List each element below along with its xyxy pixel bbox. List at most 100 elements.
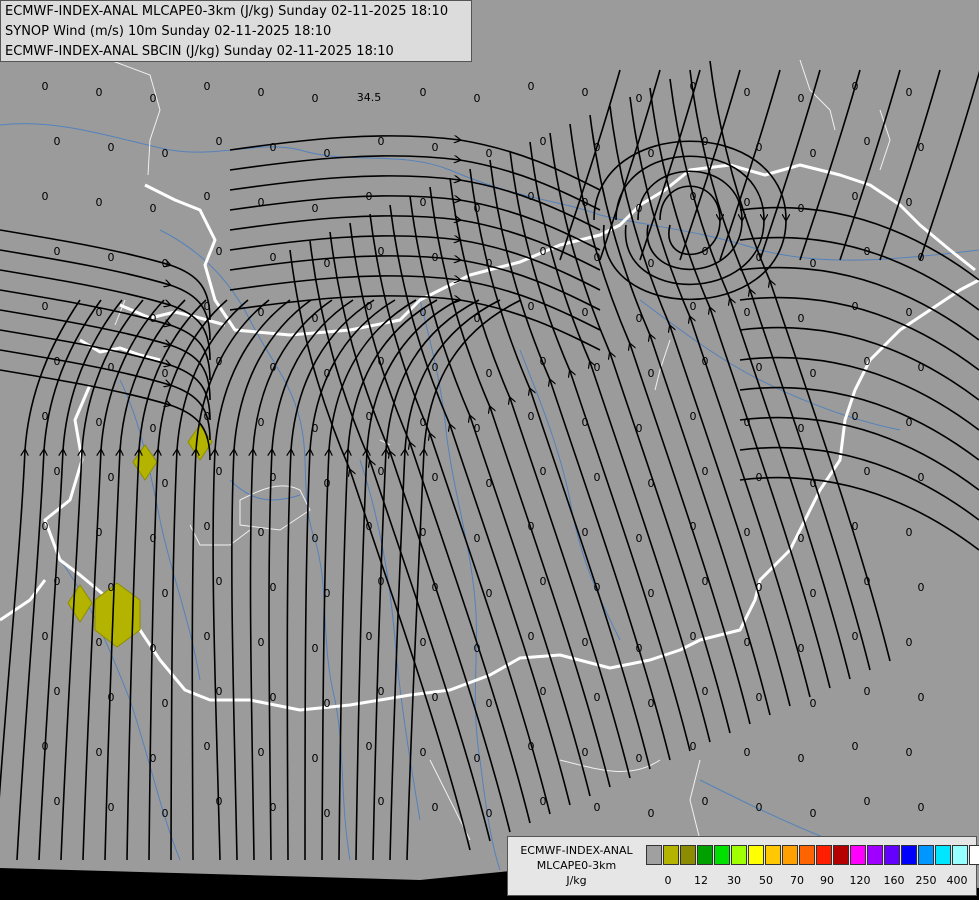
sbcin-value: 0	[702, 135, 709, 148]
sbcin-value: 0	[540, 575, 547, 588]
sbcin-value: 0	[378, 135, 385, 148]
legend-swatch	[663, 845, 679, 865]
sbcin-value: 0	[648, 477, 655, 490]
legend-swatch	[918, 845, 934, 865]
sbcin-value: 0	[540, 465, 547, 478]
sbcin-value: 0	[108, 801, 115, 814]
sbcin-value: 0	[486, 477, 493, 490]
sbcin-value: 0	[108, 141, 115, 154]
sbcin-value: 0	[324, 257, 331, 270]
sbcin-value: 0	[258, 86, 265, 99]
legend-swatch	[816, 845, 832, 865]
sbcin-value: 0	[540, 245, 547, 258]
legend-tick-label: 400	[946, 874, 968, 887]
sbcin-value: 0	[648, 807, 655, 820]
sbcin-value: 0	[366, 190, 373, 203]
sbcin-value: 0	[432, 581, 439, 594]
sbcin-value: 0	[852, 300, 859, 313]
sbcin-value: 0	[906, 746, 913, 759]
sbcin-value: 0	[366, 520, 373, 533]
sbcin-value: 0	[690, 740, 697, 753]
sbcin-value: 0	[474, 752, 481, 765]
sbcin-value: 0	[582, 526, 589, 539]
sbcin-value: 0	[864, 355, 871, 368]
sbcin-value: 0	[96, 526, 103, 539]
sbcin-value: 0	[312, 752, 319, 765]
sbcin-value: 0	[906, 86, 913, 99]
sbcin-value: 0	[594, 801, 601, 814]
sbcin-value: 0	[270, 251, 277, 264]
sbcin-value: 0	[474, 92, 481, 105]
sbcin-value: 0	[270, 361, 277, 374]
sbcin-value: 0	[690, 410, 697, 423]
sbcin-value: 0	[474, 532, 481, 545]
legend-tick-label: 120	[849, 874, 871, 887]
sbcin-value: 0	[756, 251, 763, 264]
legend-swatch	[697, 845, 713, 865]
sbcin-value: 0	[432, 361, 439, 374]
sbcin-value: 0	[918, 361, 925, 374]
sbcin-value: 0	[744, 526, 751, 539]
sbcin-value: 0	[204, 80, 211, 93]
sbcin-value: 0	[648, 147, 655, 160]
sbcin-value: 0	[702, 795, 709, 808]
sbcin-value: 0	[702, 355, 709, 368]
sbcin-value: 0	[702, 245, 709, 258]
sbcin-value: 0	[162, 807, 169, 820]
sbcin-value: 0	[582, 416, 589, 429]
sbcin-value: 0	[702, 575, 709, 588]
sbcin-value: 0	[906, 526, 913, 539]
sbcin-value: 0	[798, 642, 805, 655]
sbcin-value: 0	[852, 630, 859, 643]
sbcin-value: 0	[864, 245, 871, 258]
sbcin-value: 0	[150, 202, 157, 215]
sbcin-value: 0	[756, 691, 763, 704]
sbcin-value: 0	[270, 691, 277, 704]
sbcin-value: 0	[906, 636, 913, 649]
legend-swatch	[901, 845, 917, 865]
sbcin-value: 0	[378, 685, 385, 698]
legend-swatch	[935, 845, 951, 865]
legend-tick-label: 70	[790, 874, 804, 887]
weather-map[interactable]: 0 0 0 0 0 0 0 0 0 0 0 0 0 0 0 0 0 0 0 0 0 0 0 0 0 0 0 0 0 0 0 0 0 0 0 0 0 0 0 0…	[0, 0, 979, 900]
sbcin-value: 0	[594, 691, 601, 704]
sbcin-value: 0	[366, 410, 373, 423]
sbcin-value: 0	[324, 587, 331, 600]
color-legend: ECMWF-INDEX-ANAL MLCAPE0-3km J/kg 0 12 30 5…	[507, 836, 979, 896]
sbcin-value: 0	[96, 416, 103, 429]
sbcin-value: 0	[432, 251, 439, 264]
sbcin-value: 0	[378, 795, 385, 808]
sbcin-value: 0	[42, 410, 49, 423]
sbcin-value: 0	[798, 202, 805, 215]
sbcin-value: 0	[96, 746, 103, 759]
sbcin-value: 0	[378, 245, 385, 258]
sbcin-value: 0	[756, 581, 763, 594]
value-highlight: 34.5	[357, 91, 382, 104]
sbcin-value: 0	[582, 306, 589, 319]
sbcin-value: 0	[810, 587, 817, 600]
sbcin-value: 0	[54, 575, 61, 588]
legend-tick-label: 30	[727, 874, 741, 887]
sbcin-value: 0	[636, 92, 643, 105]
sbcin-value: 0	[636, 642, 643, 655]
sbcin-value: 0	[204, 630, 211, 643]
sbcin-value: 0	[324, 697, 331, 710]
sbcin-value: 0	[594, 361, 601, 374]
sbcin-value: 0	[810, 367, 817, 380]
sbcin-value: 0	[216, 355, 223, 368]
sbcin-value: 0	[486, 587, 493, 600]
sbcin-value: 0	[756, 361, 763, 374]
sbcin-value: 0	[528, 80, 535, 93]
sbcin-value: 0	[216, 575, 223, 588]
sbcin-value: 0	[528, 410, 535, 423]
sbcin-value: 0	[216, 685, 223, 698]
sbcin-value: 0	[216, 135, 223, 148]
sbcin-value: 0	[216, 465, 223, 478]
sbcin-value: 0	[150, 532, 157, 545]
sbcin-value: 0	[864, 575, 871, 588]
sbcin-value: 0	[312, 92, 319, 105]
sbcin-value: 0	[906, 306, 913, 319]
sbcin-value: 0	[150, 312, 157, 325]
sbcin-value: 0	[432, 801, 439, 814]
sbcin-value: 0	[852, 520, 859, 533]
